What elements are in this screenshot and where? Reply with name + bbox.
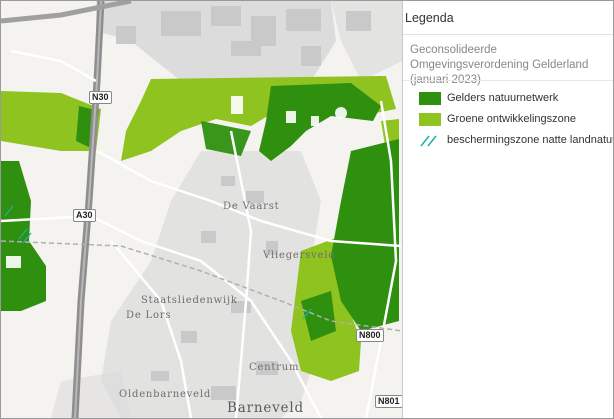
- legend-item-groene-ontwikkelingszone: Groene ontwikkelingszone: [419, 111, 576, 127]
- legend-layer-title: Geconsolideerde Omgevingsverordening Gel…: [410, 44, 589, 86]
- road-label-n30: N30: [89, 91, 112, 104]
- basemap: [1, 1, 402, 418]
- map-viewer: N30 A30 N800 N801 De Vaarst Vliegersveld…: [0, 0, 614, 419]
- road-label-n801: N801: [375, 395, 402, 408]
- place-label-oldenbarneveld: Oldenbarneveld: [119, 389, 212, 400]
- place-label-de-lors: De Lors: [126, 310, 172, 321]
- legend-item-beschermingszone: beschermingszone natte landnatuur: [419, 132, 614, 148]
- dark-green-fill-swatch: [419, 91, 441, 105]
- place-label-staatsliedenwijk: Staatsliedenwijk: [141, 295, 238, 306]
- legend-item-label: Groene ontwikkelingszone: [447, 113, 577, 125]
- road-label-n800: N800: [356, 329, 384, 342]
- light-green-fill-swatch: [419, 112, 441, 126]
- legend-item-gelders-natuurnetwerk: Gelders natuurnetwerk: [419, 90, 558, 106]
- place-label-vliegersveld: Vliegersveld: [263, 250, 336, 261]
- legend-panel: Legenda Geconsolideerde Omgevingsverorde…: [402, 1, 614, 418]
- road-label-a30: A30: [73, 209, 96, 222]
- place-label-barneveld: Barneveld: [227, 400, 304, 416]
- legend-title: Legenda: [403, 1, 613, 35]
- legend-item-label: Gelders natuurnetwerk: [447, 92, 559, 104]
- place-label-de-vaarst: De Vaarst: [223, 201, 280, 212]
- legend-item-label: beschermingszone natte landnatuur: [447, 134, 614, 146]
- place-label-centrum: Centrum: [249, 362, 300, 373]
- hatch-swatch-icon: [419, 134, 441, 147]
- map-canvas[interactable]: N30 A30 N800 N801 De Vaarst Vliegersveld…: [1, 1, 402, 418]
- legend-divider: [403, 80, 613, 81]
